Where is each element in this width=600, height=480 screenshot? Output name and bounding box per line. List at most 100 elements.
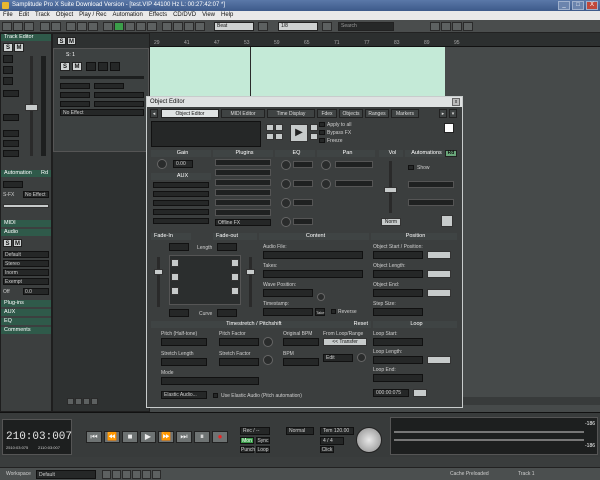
use-elastic-checkbox[interactable]: [213, 393, 218, 398]
close-button[interactable]: X: [586, 1, 598, 10]
solo-button[interactable]: S: [3, 43, 13, 52]
pause-button[interactable]: ⏸: [194, 431, 210, 443]
menu-track[interactable]: Track: [32, 11, 53, 20]
tab-scroll-left-icon[interactable]: ◂: [150, 109, 158, 118]
workspace-tool-icon[interactable]: [132, 470, 141, 479]
rewind-button[interactable]: ⏪: [104, 431, 120, 443]
volume-fader-handle[interactable]: [25, 104, 38, 111]
track-aux[interactable]: [94, 101, 144, 107]
zoom-icon[interactable]: [75, 398, 82, 405]
fade-shape-icon[interactable]: [231, 273, 239, 281]
fade-in-slider-track[interactable]: [157, 257, 160, 307]
tab-time-display[interactable]: Time Display: [267, 109, 315, 118]
object-start-field[interactable]: [373, 251, 423, 259]
stop-button[interactable]: ■: [122, 431, 138, 443]
mute-button[interactable]: M: [67, 37, 76, 45]
bypass-fx-checkbox[interactable]: [319, 130, 325, 135]
track-btn[interactable]: [3, 90, 19, 97]
cut-mode-icon[interactable]: [125, 22, 135, 31]
fast-forward-button[interactable]: ⏩: [158, 431, 174, 443]
eq-band-1[interactable]: [293, 161, 313, 168]
menu-file[interactable]: File: [0, 11, 16, 20]
automation-read-toggle[interactable]: Rd: [445, 150, 457, 157]
audio-input-select[interactable]: Default: [3, 251, 49, 258]
automation-icon[interactable]: [110, 62, 120, 71]
workspace-tool-icon[interactable]: [112, 470, 121, 479]
track-input[interactable]: [60, 92, 90, 98]
elastic-audio-button[interactable]: Elastic Audio...: [161, 391, 207, 399]
cut-icon[interactable]: [66, 22, 76, 31]
object-length-field[interactable]: [373, 270, 423, 278]
workspace-tool-icon[interactable]: [102, 470, 111, 479]
open-icon[interactable]: [13, 22, 23, 31]
edit-gear-icon[interactable]: [357, 353, 366, 362]
menu-automation[interactable]: Automation: [109, 11, 145, 20]
audio-section[interactable]: Audio: [1, 229, 51, 236]
tab-menu-icon[interactable]: ▾: [449, 109, 457, 118]
freeze-checkbox[interactable]: [319, 138, 325, 143]
workspace-tool-icon[interactable]: [142, 470, 151, 479]
track-mute-button[interactable]: M: [72, 62, 82, 71]
fade-out-slider-handle[interactable]: [246, 269, 255, 275]
transfer-button[interactable]: << Transfer: [323, 338, 367, 346]
step-size-field[interactable]: [373, 308, 423, 316]
play-button[interactable]: ▶: [140, 431, 156, 443]
workspace-select[interactable]: Default: [36, 470, 96, 479]
automation-edit-icon[interactable]: [441, 215, 453, 227]
timestamp-gear-icon[interactable]: [317, 293, 325, 301]
object-length-nudge-icon[interactable]: [427, 270, 451, 278]
track-output[interactable]: [94, 92, 144, 98]
tab-midi-editor[interactable]: MIDI Editor: [221, 109, 265, 118]
zoom-icon[interactable]: [91, 398, 98, 405]
range-mode-icon[interactable]: [114, 22, 124, 31]
workspace-tool-icon[interactable]: [122, 470, 131, 479]
pitch-field[interactable]: [161, 338, 207, 346]
track-pan[interactable]: [94, 83, 124, 89]
mute-button[interactable]: M: [14, 43, 24, 52]
prev-object-icon[interactable]: [266, 124, 274, 131]
mode-select[interactable]: [161, 377, 259, 385]
menu-object[interactable]: Object: [53, 11, 76, 20]
bpm-field[interactable]: [283, 358, 319, 366]
record-button[interactable]: ●: [212, 431, 228, 443]
plugin-slot-2[interactable]: [215, 169, 271, 176]
track-btn[interactable]: [3, 150, 19, 157]
object-start-nudge-icon[interactable]: [427, 251, 451, 259]
next-object-icon[interactable]: [275, 133, 283, 140]
zoom-icon[interactable]: [67, 398, 74, 405]
snap-select[interactable]: Beat: [214, 22, 254, 31]
tab-objects[interactable]: Objects: [339, 109, 363, 118]
rewind-start-button[interactable]: ⏮: [86, 431, 102, 443]
reverse-checkbox[interactable]: [331, 309, 336, 314]
eq-band-2[interactable]: [293, 180, 313, 187]
eq-knob[interactable]: [281, 217, 291, 227]
pan-value-1[interactable]: [335, 161, 373, 168]
object-option-icon[interactable]: [310, 133, 318, 140]
magnet-icon[interactable]: [195, 22, 205, 31]
menu-cd-dvd[interactable]: CD/DVD: [170, 11, 199, 20]
jog-wheel[interactable]: [356, 427, 382, 453]
dialog-close-icon[interactable]: x: [452, 98, 460, 106]
solo-button[interactable]: S: [57, 37, 66, 45]
fade-shape-icon[interactable]: [231, 287, 239, 295]
search-input[interactable]: Search: [338, 22, 394, 31]
menu-edit[interactable]: Edit: [16, 11, 32, 20]
eq-knob[interactable]: [281, 179, 291, 189]
fade-in-slider-handle[interactable]: [154, 269, 163, 275]
workspace-tool-icon[interactable]: [152, 470, 161, 479]
grid-icon[interactable]: [173, 22, 183, 31]
stretch-knob[interactable]: [263, 355, 273, 365]
loop-time-field[interactable]: 000:00:075: [373, 389, 409, 397]
stretch-factor-field[interactable]: [219, 358, 259, 366]
mute-button[interactable]: M: [13, 239, 22, 247]
prev-object-icon[interactable]: [266, 133, 274, 140]
loop-start-field[interactable]: [373, 338, 423, 346]
object-name-field[interactable]: [151, 121, 261, 147]
mixer-icon[interactable]: [441, 22, 451, 31]
menu-view[interactable]: View: [199, 11, 218, 20]
automation-slot-2[interactable]: [408, 199, 454, 206]
show-checkbox[interactable]: [408, 165, 414, 170]
offline-fx-button[interactable]: Offline FX: [215, 219, 271, 226]
loop-length-field[interactable]: [373, 356, 423, 364]
object-end-nudge-icon[interactable]: [427, 289, 451, 297]
